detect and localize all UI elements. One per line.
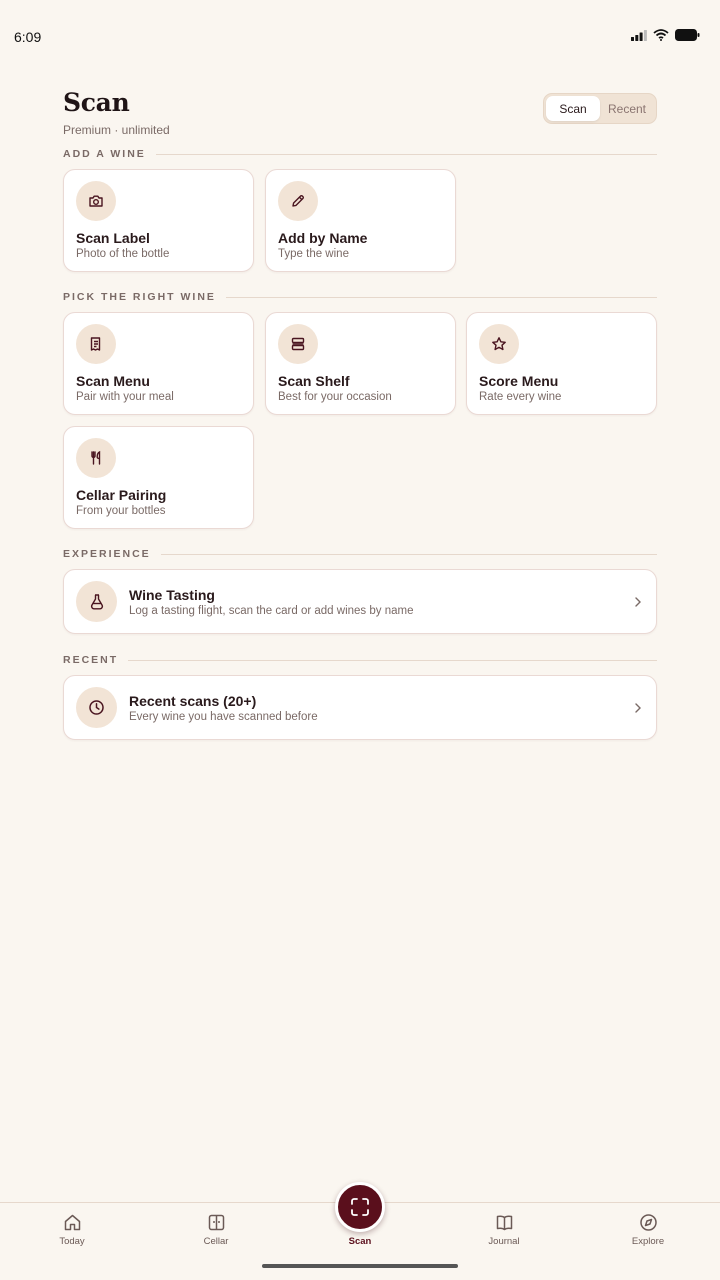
battery-icon (675, 29, 700, 41)
segment-recent[interactable]: Recent (600, 96, 654, 121)
section-label: RECENT (63, 654, 119, 666)
segment-scan[interactable]: Scan (546, 96, 600, 121)
compass-icon (639, 1214, 657, 1231)
card-title: Cellar Pairing (76, 487, 167, 503)
card-title: Scan Shelf (278, 373, 350, 389)
cellar-pairing-card[interactable]: Cellar Pairing From your bottles (63, 426, 254, 529)
nav-label: Journal (488, 1236, 520, 1247)
card-subtitle: Rate every wine (479, 391, 562, 403)
card-subtitle: Every wine you have scanned before (129, 711, 318, 723)
nav-label: Cellar (203, 1236, 229, 1247)
fork-knife-icon (76, 438, 116, 478)
card-title: Add by Name (278, 230, 368, 246)
plan-subtitle: Premium · unlimited (63, 123, 170, 137)
menu-icon (76, 324, 116, 364)
home-indicator (262, 1264, 458, 1268)
status-icons (631, 29, 700, 41)
chevron-right-icon (635, 703, 641, 713)
section-add-wine: ADD A WINE (63, 148, 657, 160)
nav-journal[interactable]: Journal (459, 1213, 549, 1247)
scan-icon (351, 1198, 369, 1216)
card-title: Scan Menu (76, 373, 150, 389)
card-subtitle: Best for your occasion (278, 391, 392, 403)
card-subtitle: Log a tasting flight, scan the card or a… (129, 605, 414, 617)
section-label: EXPERIENCE (63, 548, 151, 560)
wine-tasting-card[interactable]: Wine Tasting Log a tasting flight, scan … (63, 569, 657, 634)
scan-label-card[interactable]: Scan Label Photo of the bottle (63, 169, 254, 272)
nav-label: Today (59, 1236, 85, 1247)
card-subtitle: Photo of the bottle (76, 248, 170, 260)
nav-today[interactable]: Today (27, 1213, 117, 1247)
section-divider (225, 296, 657, 298)
section-label: PICK THE RIGHT WINE (63, 291, 216, 303)
card-subtitle: Type the wine (278, 248, 349, 260)
scan-fab-button[interactable] (335, 1182, 385, 1232)
card-title: Scan Label (76, 230, 150, 246)
scan-menu-card[interactable]: Scan Menu Pair with your meal (63, 312, 254, 415)
wifi-icon (653, 29, 669, 41)
section-divider (128, 659, 657, 661)
page-header: Scan Premium · unlimited (63, 88, 170, 137)
scan-recent-toggle: Scan Recent (543, 93, 657, 124)
nav-explore[interactable]: Explore (603, 1213, 693, 1247)
card-subtitle: From your bottles (76, 505, 166, 517)
clock-icon (76, 687, 117, 728)
status-time: 6:09 (14, 29, 42, 45)
page-title: Scan (63, 88, 130, 117)
scan-shelf-card[interactable]: Scan Shelf Best for your occasion (265, 312, 456, 415)
score-menu-card[interactable]: Score Menu Rate every wine (466, 312, 657, 415)
recent-scans-card[interactable]: Recent scans (20+) Every wine you have s… (63, 675, 657, 740)
star-icon (479, 324, 519, 364)
add-by-name-card[interactable]: Add by Name Type the wine (265, 169, 456, 272)
card-title: Score Menu (479, 373, 559, 389)
nav-label: Explore (631, 1236, 665, 1247)
card-title: Wine Tasting (129, 587, 215, 603)
book-icon (496, 1215, 512, 1231)
card-title: Recent scans (20+) (129, 693, 257, 709)
nav-scan-label: Scan (348, 1236, 372, 1247)
shelf-icon (278, 324, 318, 364)
signal-icon (631, 29, 647, 41)
cellar-icon (208, 1214, 224, 1231)
home-icon (64, 1214, 80, 1231)
section-divider (160, 553, 657, 555)
chevron-right-icon (635, 597, 641, 607)
section-divider (155, 153, 657, 155)
section-experience: EXPERIENCE (63, 548, 657, 560)
status-bar: 6:09 (0, 0, 720, 72)
nav-cellar[interactable]: Cellar (171, 1213, 261, 1247)
section-recent: RECENT (63, 654, 657, 666)
card-subtitle: Pair with your meal (76, 391, 174, 403)
pencil-icon (278, 181, 318, 221)
section-pick-wine: PICK THE RIGHT WINE (63, 291, 657, 303)
camera-icon (76, 181, 116, 221)
decanter-icon (76, 581, 117, 622)
section-label: ADD A WINE (63, 148, 146, 160)
